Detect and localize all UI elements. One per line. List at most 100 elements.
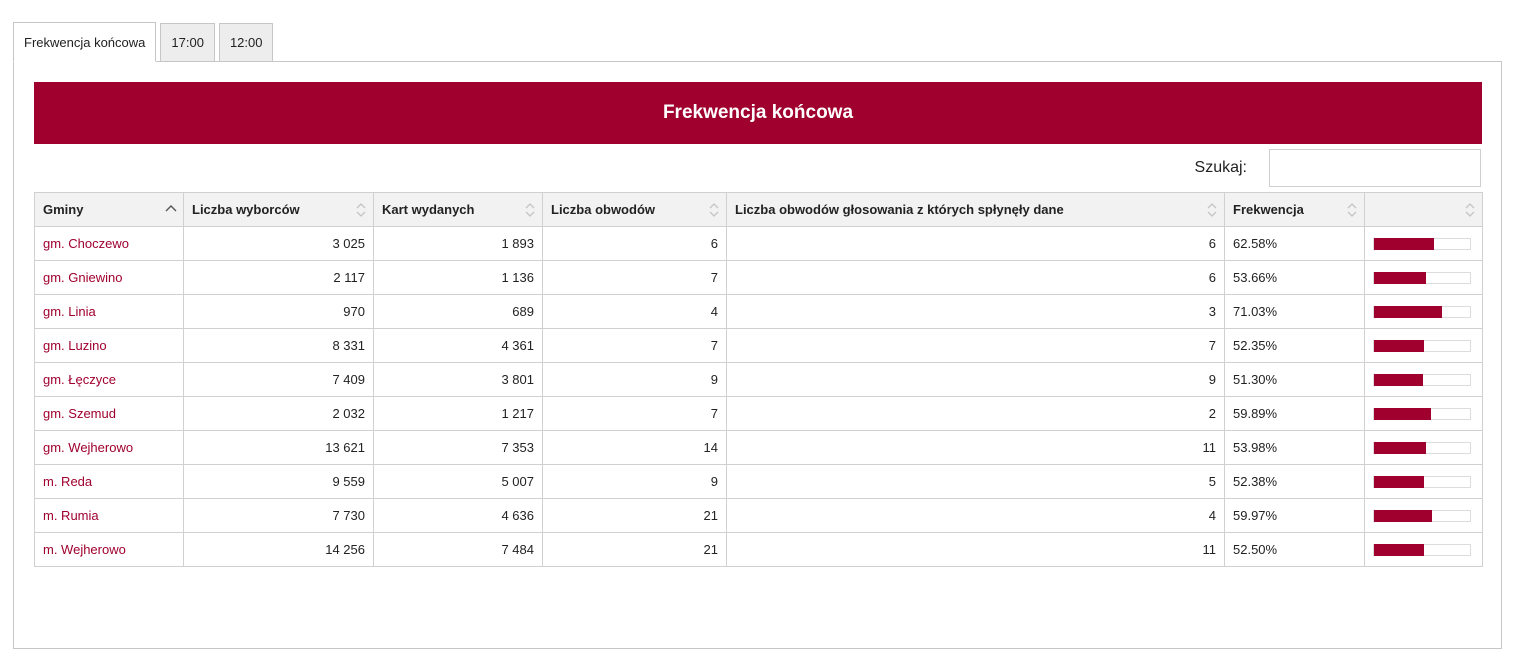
cell-turnout: 71.03% (1224, 294, 1365, 329)
tab-12-00[interactable]: 12:00 (218, 23, 274, 62)
page-title: Frekwencja końcowa (34, 82, 1482, 144)
search-input[interactable] (1269, 149, 1481, 187)
gmina-link[interactable]: gm. Gniewino (43, 270, 122, 285)
cell-gmina: gm. Linia (34, 294, 184, 329)
cell-districts: 6 (542, 226, 727, 261)
cell-gmina: gm. Gniewino (34, 260, 184, 295)
table-row: m. Wejherowo 14 256 7 484 21 11 52.50% (34, 532, 1483, 567)
turnout-progress-fill (1374, 543, 1425, 556)
column-header-districts[interactable]: Liczba obwodów (542, 192, 727, 227)
gmina-link[interactable]: m. Reda (43, 474, 92, 489)
cell-cards-issued: 1 136 (373, 260, 543, 295)
turnout-progress-bar (1373, 373, 1471, 386)
table-row: gm. Wejherowo 13 621 7 353 14 11 53.98% (34, 430, 1483, 465)
cell-cards-issued: 7 484 (373, 532, 543, 567)
cell-gmina: gm. Luzino (34, 328, 184, 363)
cell-turnout: 59.89% (1224, 396, 1365, 431)
cell-turnout-bar (1364, 532, 1483, 567)
tab-17-00[interactable]: 17:00 (160, 23, 215, 62)
gmina-link[interactable]: gm. Linia (43, 304, 96, 319)
cell-districts: 4 (542, 294, 727, 329)
table-row: m. Reda 9 559 5 007 9 5 52.38% (34, 464, 1483, 499)
cell-gmina: gm. Szemud (34, 396, 184, 431)
table-row: m. Rumia 7 730 4 636 21 4 59.97% (34, 498, 1483, 533)
gmina-link[interactable]: gm. Wejherowo (43, 440, 133, 455)
sort-both-icon (525, 202, 535, 217)
turnout-progress-fill (1374, 407, 1432, 420)
cell-turnout: 53.66% (1224, 260, 1365, 295)
cell-districts-reported: 11 (726, 532, 1225, 567)
column-header-gminy[interactable]: Gminy (34, 192, 184, 227)
cell-cards-issued: 7 353 (373, 430, 543, 465)
gmina-link[interactable]: gm. Choczewo (43, 236, 129, 251)
cell-districts-reported: 11 (726, 430, 1225, 465)
cell-turnout-bar (1364, 464, 1483, 499)
turnout-progress-fill (1374, 237, 1435, 250)
gmina-link[interactable]: gm. Luzino (43, 338, 107, 353)
cell-turnout-bar (1364, 294, 1483, 329)
cell-gmina: m. Rumia (34, 498, 184, 533)
cell-districts-reported: 5 (726, 464, 1225, 499)
gmina-link[interactable]: gm. Łęczyce (43, 372, 116, 387)
gmina-link[interactable]: gm. Szemud (43, 406, 116, 421)
column-header-label: Frekwencja (1233, 202, 1304, 217)
column-header-cards-issued[interactable]: Kart wydanych (373, 192, 543, 227)
cell-turnout: 51.30% (1224, 362, 1365, 397)
cell-districts: 7 (542, 396, 727, 431)
cell-districts-reported: 4 (726, 498, 1225, 533)
column-header-turnout-bar[interactable] (1364, 192, 1483, 227)
cell-gmina: gm. Łęczyce (34, 362, 184, 397)
turnout-progress-fill (1374, 441, 1426, 454)
turnout-progress-fill (1374, 305, 1443, 318)
tab-final-turnout[interactable]: Frekwencja końcowa (13, 22, 157, 62)
table-row: gm. Szemud 2 032 1 217 7 2 59.89% (34, 396, 1483, 431)
cell-voters: 7 730 (183, 498, 374, 533)
turnout-progress-fill (1374, 475, 1425, 488)
cell-gmina: gm. Wejherowo (34, 430, 184, 465)
cell-cards-issued: 689 (373, 294, 543, 329)
cell-districts-reported: 7 (726, 328, 1225, 363)
cell-districts-reported: 6 (726, 226, 1225, 261)
cell-voters: 2 117 (183, 260, 374, 295)
turnout-progress-fill (1374, 339, 1425, 352)
column-header-voters[interactable]: Liczba wyborców (183, 192, 374, 227)
sort-ascending-icon (165, 204, 177, 211)
cell-voters: 3 025 (183, 226, 374, 261)
turnout-progress-bar (1373, 407, 1471, 420)
turnout-progress-bar (1373, 271, 1471, 284)
cell-voters: 970 (183, 294, 374, 329)
cell-turnout-bar (1364, 226, 1483, 261)
turnout-progress-bar (1373, 543, 1471, 556)
tab-panel: Frekwencja końcowa Szukaj: Gminy Liczba w… (13, 61, 1502, 649)
cell-voters: 2 032 (183, 396, 374, 431)
table-header-row: Gminy Liczba wyborców Kart wydanych Liczba … (34, 192, 1483, 227)
cell-cards-issued: 4 361 (373, 328, 543, 363)
tab-bar: Frekwencja końcowa 17:00 12:00 (13, 22, 277, 62)
turnout-progress-fill (1374, 373, 1424, 386)
cell-districts: 21 (542, 498, 727, 533)
cell-voters: 8 331 (183, 328, 374, 363)
gmina-link[interactable]: m. Wejherowo (43, 542, 126, 557)
table-row: gm. Gniewino 2 117 1 136 7 6 53.66% (34, 260, 1483, 295)
gmina-link[interactable]: m. Rumia (43, 508, 99, 523)
cell-districts: 9 (542, 464, 727, 499)
cell-turnout: 52.38% (1224, 464, 1365, 499)
turnout-progress-bar (1373, 339, 1471, 352)
cell-districts-reported: 9 (726, 362, 1225, 397)
cell-districts-reported: 6 (726, 260, 1225, 295)
cell-turnout-bar (1364, 430, 1483, 465)
table-row: gm. Linia 970 689 4 3 71.03% (34, 294, 1483, 329)
column-header-label: Liczba obwodów głosowania z których spły… (735, 202, 1064, 217)
column-header-label: Liczba obwodów (551, 202, 655, 217)
cell-turnout: 62.58% (1224, 226, 1365, 261)
turnout-progress-bar (1373, 237, 1471, 250)
turnout-progress-bar (1373, 475, 1471, 488)
turnout-table: Gminy Liczba wyborców Kart wydanych Liczba … (34, 192, 1483, 567)
column-header-turnout[interactable]: Frekwencja (1224, 192, 1365, 227)
cell-turnout-bar (1364, 260, 1483, 295)
cell-voters: 13 621 (183, 430, 374, 465)
column-header-districts-reported[interactable]: Liczba obwodów głosowania z których spły… (726, 192, 1225, 227)
cell-voters: 9 559 (183, 464, 374, 499)
cell-cards-issued: 5 007 (373, 464, 543, 499)
cell-districts-reported: 3 (726, 294, 1225, 329)
